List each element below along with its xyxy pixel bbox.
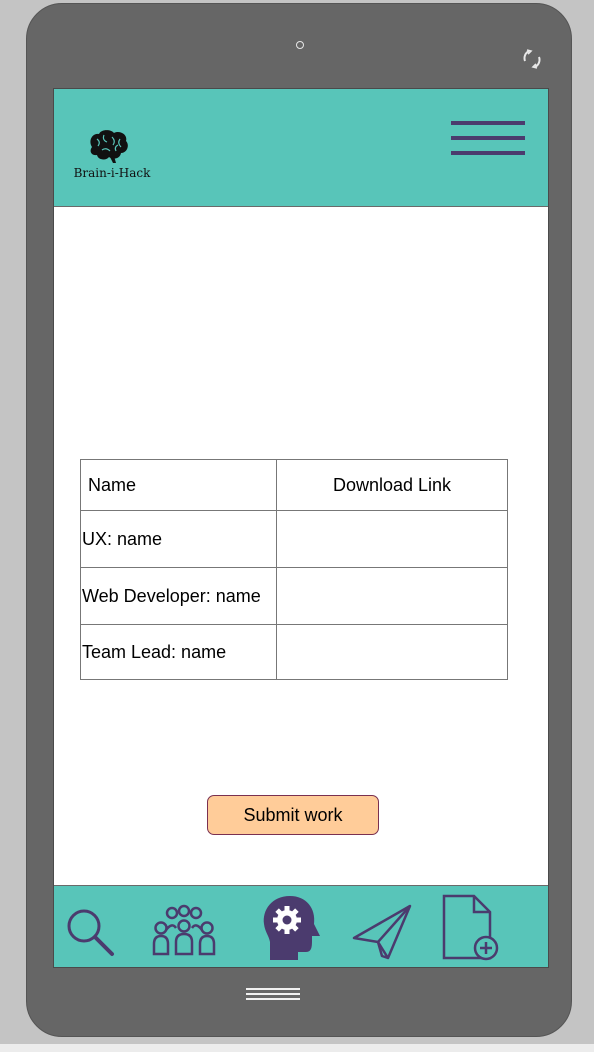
search-icon[interactable] — [64, 906, 116, 958]
logo[interactable]: Brain-i-Hack — [72, 129, 152, 185]
add-file-icon[interactable] — [440, 894, 504, 964]
table-header-name: Name — [80, 459, 277, 511]
table-row: Team Lead: name — [80, 624, 508, 680]
app-header: Brain-i-Hack — [54, 89, 548, 207]
phone-frame: Brain-i-Hack Name Download Link UX: name… — [26, 3, 572, 1037]
bottom-nav-bar — [54, 885, 548, 967]
page-bottom-strip — [0, 1044, 594, 1052]
team-icon[interactable] — [150, 904, 218, 958]
submit-work-button[interactable]: Submit work — [207, 795, 379, 835]
role-cell: UX: name — [80, 510, 277, 568]
table-header-row: Name Download Link — [80, 459, 508, 511]
download-link-cell[interactable] — [276, 510, 508, 568]
brain-settings-icon[interactable] — [260, 894, 324, 962]
hamburger-menu-icon[interactable] — [451, 121, 525, 157]
rotate-icon[interactable] — [519, 46, 545, 72]
table-row: UX: name — [80, 510, 508, 568]
brain-icon — [90, 130, 128, 163]
role-cell: Web Developer: name — [80, 567, 277, 625]
table-row: Web Developer: name — [80, 567, 508, 625]
camera-dot — [296, 41, 304, 49]
home-button-icon[interactable] — [246, 988, 300, 1004]
role-cell: Team Lead: name — [80, 624, 277, 680]
logo-text: Brain-i-Hack — [73, 166, 151, 180]
table-header-download-link: Download Link — [276, 459, 508, 511]
download-links-table: Name Download Link UX: name Web Develope… — [80, 459, 508, 680]
send-icon[interactable] — [352, 902, 414, 962]
app-screen: Brain-i-Hack Name Download Link UX: name… — [53, 88, 549, 968]
download-link-cell[interactable] — [276, 567, 508, 625]
download-link-cell[interactable] — [276, 624, 508, 680]
